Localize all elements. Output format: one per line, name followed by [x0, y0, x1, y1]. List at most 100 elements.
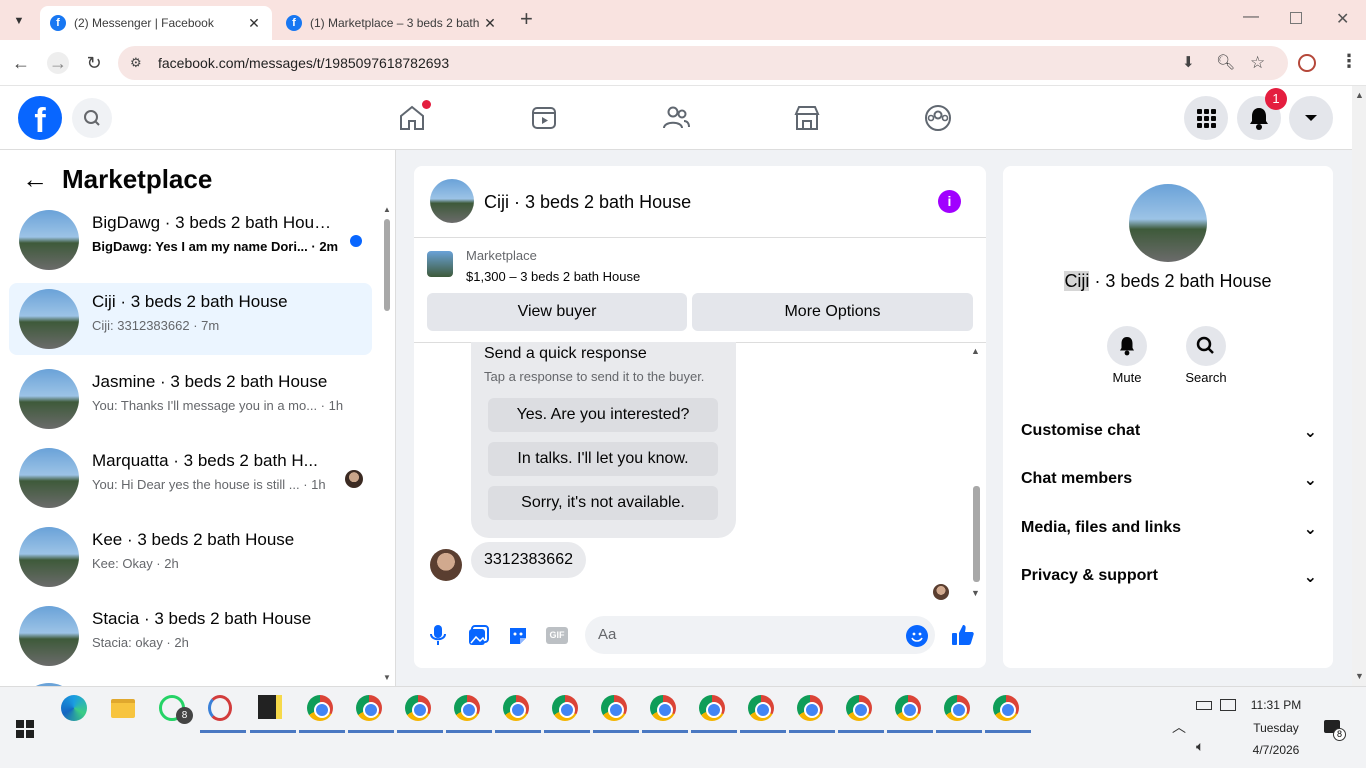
- chrome-icon[interactable]: [593, 695, 639, 733]
- chat-title[interactable]: Ciji · 3 beds 2 bath House: [484, 192, 691, 213]
- chrome-icon[interactable]: [789, 695, 835, 733]
- scroll-down-arrow-icon[interactable]: ▼: [971, 588, 980, 598]
- show-hidden-icons-chevron[interactable]: ︿: [1172, 717, 1186, 737]
- chat-scrollbar[interactable]: ▲ ▼: [970, 346, 982, 600]
- volume-icon[interactable]: 🔈︎: [1196, 738, 1204, 755]
- menu-button[interactable]: [1184, 96, 1228, 140]
- tab-search-button[interactable]: ▼: [8, 10, 30, 32]
- chrome-icon[interactable]: [348, 695, 394, 733]
- microphone-icon[interactable]: [428, 624, 448, 646]
- chrome-icon[interactable]: [446, 695, 492, 733]
- search-button[interactable]: [72, 98, 112, 138]
- chrome-icon[interactable]: [299, 695, 345, 733]
- home-icon[interactable]: [396, 100, 431, 134]
- chrome-menu-icon[interactable]: ⋮: [1340, 51, 1358, 72]
- privacy-support-section[interactable]: Privacy & support ⌄: [1021, 567, 1317, 587]
- restore-window-button[interactable]: [1290, 12, 1302, 24]
- sticky-notes-icon[interactable]: [250, 695, 296, 733]
- new-tab-button[interactable]: +: [520, 6, 533, 32]
- file-explorer-icon[interactable]: [111, 699, 141, 729]
- network-icon[interactable]: [1220, 699, 1236, 711]
- scroll-up-arrow-icon[interactable]: ▲: [971, 346, 980, 356]
- media-files-links-section[interactable]: Media, files and links ⌄: [1021, 519, 1317, 539]
- chrome-icon[interactable]: [495, 695, 541, 733]
- search-in-chat-button[interactable]: [1186, 326, 1226, 366]
- address-bar[interactable]: ⚙ facebook.com/messages/t/19850976187826…: [118, 46, 1288, 80]
- conversation-item-jasmine[interactable]: Jasmine · 3 beds 2 bath House You: Thank…: [9, 363, 372, 435]
- edge-icon[interactable]: [61, 695, 91, 725]
- sticker-icon[interactable]: [507, 625, 529, 647]
- groups-icon[interactable]: [922, 102, 954, 134]
- conversation-item-kee[interactable]: Kee · 3 beds 2 bath House Kee: Okay · 2h: [9, 521, 372, 593]
- clock-time[interactable]: 11:31 PM: [1246, 698, 1306, 712]
- view-buyer-button[interactable]: View buyer: [427, 293, 687, 331]
- back-icon[interactable]: ←: [10, 52, 32, 74]
- install-app-icon[interactable]: ⬇: [1182, 46, 1195, 80]
- minimize-window-button[interactable]: —: [1243, 8, 1259, 26]
- chrome-icon[interactable]: [887, 695, 933, 733]
- listing-thumbnail[interactable]: [427, 251, 453, 277]
- scroll-thumb[interactable]: [973, 486, 980, 582]
- more-options-button[interactable]: More Options: [692, 293, 973, 331]
- mute-button[interactable]: [1107, 326, 1147, 366]
- chrome-icon[interactable]: [936, 695, 982, 733]
- scroll-up-arrow-icon[interactable]: ▲: [383, 205, 391, 214]
- conversation-item-ciji[interactable]: Ciji · 3 beds 2 bath House Ciji: 3312383…: [9, 283, 372, 355]
- message-bubble[interactable]: 3312383662: [471, 542, 586, 578]
- account-button[interactable]: [1289, 96, 1333, 140]
- chrome-icon[interactable]: [642, 695, 688, 733]
- quick-response-option[interactable]: Sorry, it's not available.: [488, 486, 718, 520]
- list-scrollbar[interactable]: ▲ ▼: [382, 205, 392, 685]
- info-icon[interactable]: i: [938, 190, 961, 213]
- gif-icon[interactable]: GIF: [546, 627, 568, 644]
- site-info-icon[interactable]: ⚙: [130, 46, 142, 80]
- conversation-item-stacia[interactable]: Stacia · 3 beds 2 bath House Stacia: oka…: [9, 600, 372, 672]
- scroll-down-arrow-icon[interactable]: ▼: [1355, 671, 1364, 681]
- listing-title[interactable]: $1,300 – 3 beds 2 bath House: [466, 269, 640, 284]
- conversation-item-bigdawg[interactable]: BigDawg · 3 beds 2 bath House BigDawg: Y…: [9, 204, 372, 276]
- chrome-icon[interactable]: [544, 695, 590, 733]
- battery-icon[interactable]: [1196, 701, 1212, 710]
- tab-marketplace[interactable]: f (1) Marketplace – 3 beds 2 bath ✕: [276, 6, 508, 40]
- video-icon[interactable]: [528, 102, 560, 134]
- thumbs-up-icon[interactable]: [951, 623, 975, 647]
- bookmark-star-icon[interactable]: ☆: [1250, 46, 1265, 80]
- chrome-icon[interactable]: [740, 695, 786, 733]
- scroll-thumb[interactable]: [384, 219, 390, 311]
- friends-icon[interactable]: [660, 102, 692, 134]
- conversation-item-marquatta[interactable]: Marquatta · 3 beds 2 bath H... You: Hi D…: [9, 442, 372, 514]
- back-arrow-icon[interactable]: ←: [22, 164, 48, 195]
- marketplace-icon[interactable]: [791, 102, 823, 134]
- chrome-icon[interactable]: [838, 695, 884, 733]
- unread-dot: [350, 235, 362, 247]
- chrome-icon[interactable]: [397, 695, 443, 733]
- customise-chat-section[interactable]: Customise chat ⌄: [1021, 422, 1317, 442]
- notification-center-icon[interactable]: 8: [1324, 720, 1346, 741]
- reload-icon[interactable]: ↻: [83, 52, 105, 74]
- profile-icon[interactable]: [1298, 54, 1316, 72]
- chat-avatar[interactable]: [430, 179, 474, 223]
- facebook-logo[interactable]: f: [18, 96, 62, 140]
- page-scrollbar[interactable]: ▲ ▼: [1352, 86, 1366, 686]
- close-tab-icon[interactable]: ✕: [246, 15, 262, 32]
- scroll-up-arrow-icon[interactable]: ▲: [1355, 90, 1364, 100]
- emoji-icon[interactable]: [906, 625, 928, 647]
- profile-avatar[interactable]: [1129, 184, 1207, 262]
- message-input[interactable]: Aa: [585, 616, 935, 654]
- windows-start-icon[interactable]: [16, 720, 34, 738]
- tab-messenger[interactable]: f (2) Messenger | Facebook ✕: [40, 6, 272, 40]
- scroll-down-arrow-icon[interactable]: ▼: [383, 673, 391, 682]
- quick-response-option[interactable]: In talks. I'll let you know.: [488, 442, 718, 476]
- close-tab-icon[interactable]: ✕: [482, 15, 498, 32]
- close-window-button[interactable]: ✕: [1336, 9, 1349, 29]
- chrome-icon[interactable]: [985, 695, 1031, 733]
- chrome-icon[interactable]: [691, 695, 737, 733]
- photo-icon[interactable]: [467, 625, 489, 647]
- paint-tool-icon[interactable]: [200, 695, 246, 733]
- notifications-button[interactable]: 1: [1237, 88, 1287, 140]
- whatsapp-icon[interactable]: 8: [159, 695, 193, 725]
- quick-response-option[interactable]: Yes. Are you interested?: [488, 398, 718, 432]
- chat-members-section[interactable]: Chat members ⌄: [1021, 470, 1317, 490]
- forward-icon[interactable]: →: [47, 52, 69, 74]
- zoom-icon[interactable]: 🔍︎: [1216, 46, 1235, 80]
